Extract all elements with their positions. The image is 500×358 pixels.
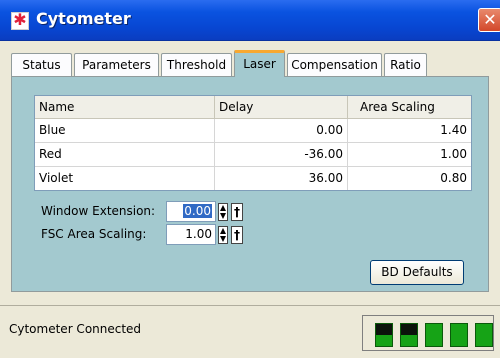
close-button[interactable]: ✕	[478, 8, 500, 32]
tab-parameters[interactable]: Parameters	[74, 53, 159, 76]
cell-area-scaling[interactable]: 0.80	[348, 167, 471, 190]
cell-name: Violet	[35, 167, 215, 190]
column-header-delay[interactable]: Delay	[215, 96, 348, 118]
bd-defaults-button[interactable]: BD Defaults	[370, 260, 464, 285]
column-header-area-scaling[interactable]: Area Scaling	[348, 96, 471, 118]
tab-ratio[interactable]: Ratio	[384, 53, 427, 76]
window-title: Cytometer	[36, 9, 131, 28]
fsc-area-scaling-spinner[interactable]	[218, 226, 228, 244]
tab-threshold[interactable]: Threshold	[161, 53, 232, 76]
title-bar: ✱ Cytometer ✕	[0, 0, 500, 41]
status-leds	[362, 315, 494, 351]
fsc-area-scaling-label: FSC Area Scaling:	[41, 227, 147, 241]
table-row[interactable]: Violet 36.00 0.80	[35, 167, 471, 190]
app-icon: ✱	[11, 10, 29, 30]
status-led-icon	[450, 323, 468, 347]
cell-delay[interactable]: 36.00	[215, 167, 348, 190]
status-led-icon	[400, 323, 418, 347]
status-led-icon	[425, 323, 443, 347]
status-led-icon	[475, 323, 493, 347]
cell-area-scaling[interactable]: 1.40	[348, 119, 471, 142]
window-extension-input[interactable]: 0.00	[166, 201, 216, 222]
window-extension-spinner[interactable]	[218, 203, 228, 221]
cell-delay[interactable]: -36.00	[215, 143, 348, 166]
table-row[interactable]: Blue 0.00 1.40	[35, 119, 471, 143]
table-header: Name Delay Area Scaling	[35, 96, 471, 119]
status-bar: Cytometer Connected	[0, 305, 500, 358]
tab-compensation[interactable]: Compensation	[287, 53, 382, 76]
cell-delay[interactable]: 0.00	[215, 119, 348, 142]
status-text: Cytometer Connected	[9, 322, 142, 336]
window-extension-value: 0.00	[183, 204, 212, 218]
cell-area-scaling[interactable]: 1.00	[348, 143, 471, 166]
close-icon: ✕	[483, 10, 497, 29]
table-row[interactable]: Red -36.00 1.00	[35, 143, 471, 167]
laser-panel: Name Delay Area Scaling Blue 0.00 1.40 R…	[11, 76, 489, 292]
window-extension-label: Window Extension:	[41, 204, 156, 218]
tab-laser[interactable]: Laser	[234, 50, 285, 77]
fsc-area-scaling-pin-icon[interactable]: †	[231, 226, 243, 244]
laser-table: Name Delay Area Scaling Blue 0.00 1.40 R…	[34, 95, 472, 191]
status-led-icon	[375, 323, 393, 347]
cell-name: Red	[35, 143, 215, 166]
tab-status[interactable]: Status	[11, 53, 72, 76]
column-header-name[interactable]: Name	[35, 96, 215, 118]
fsc-area-scaling-input[interactable]: 1.00	[166, 224, 216, 245]
cell-name: Blue	[35, 119, 215, 142]
window-extension-pin-icon[interactable]: †	[231, 203, 243, 221]
